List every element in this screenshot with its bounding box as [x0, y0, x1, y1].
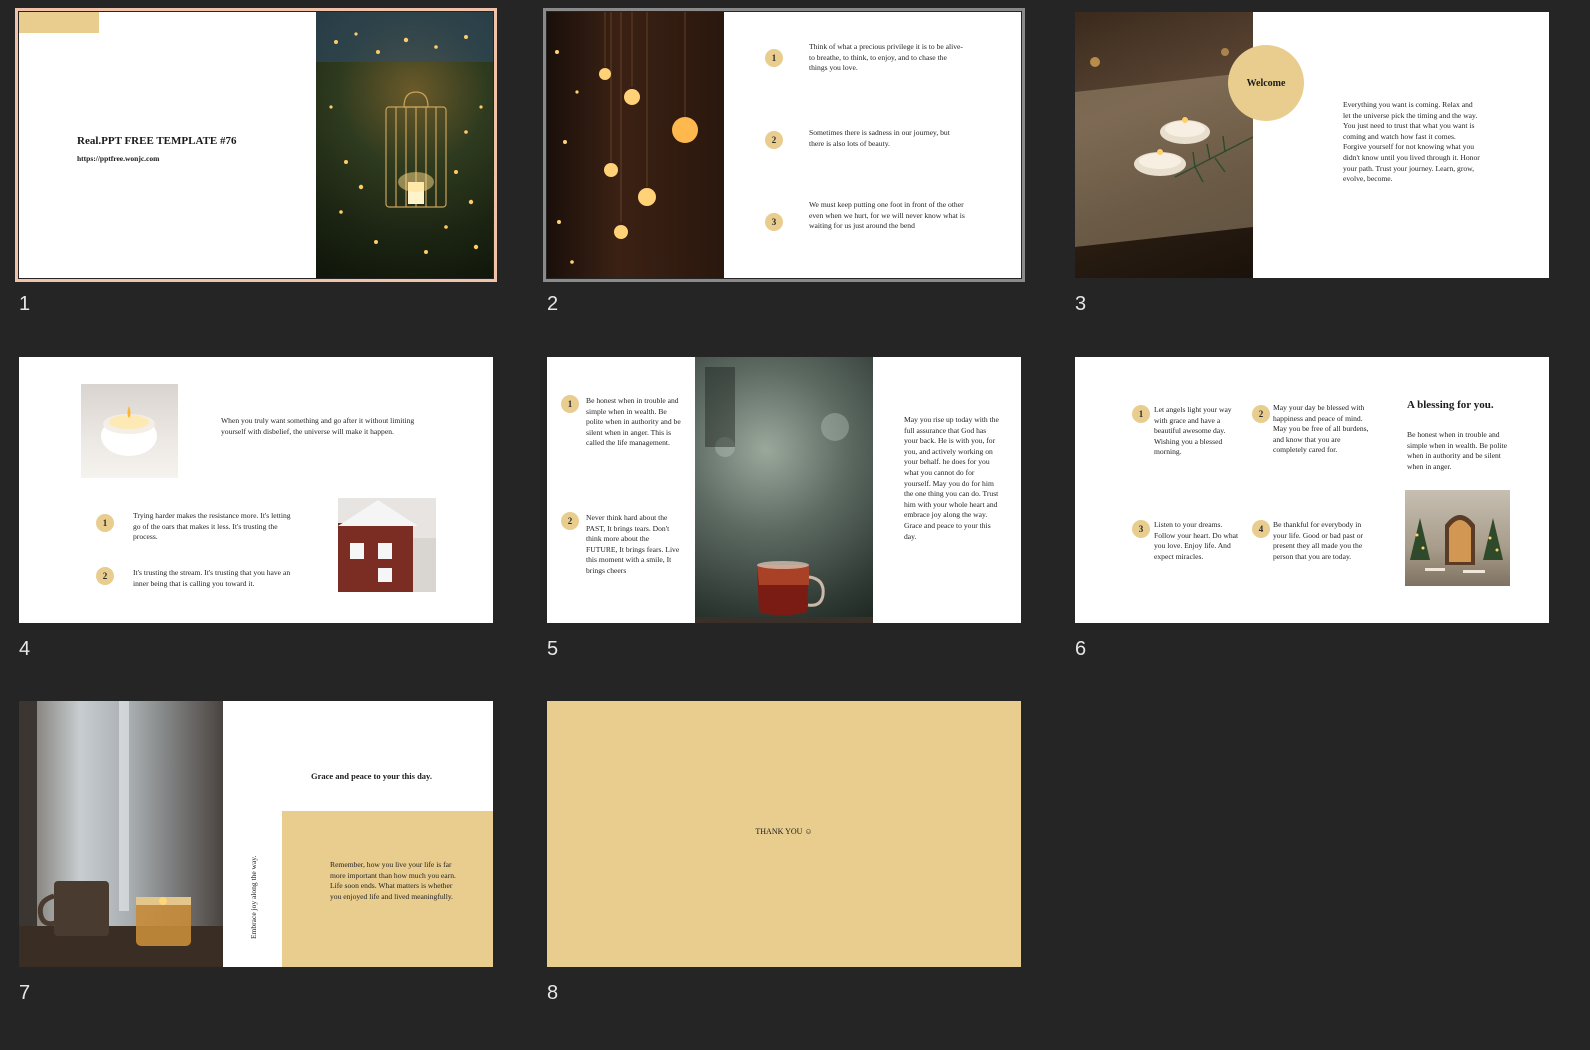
slide-number-2: 2 — [547, 293, 559, 315]
list-text-1: Be honest when in trouble and simple whe… — [586, 396, 681, 448]
list-text-3: Listen to your dreams. Follow your heart… — [1154, 520, 1239, 561]
slide-number-3: 3 — [1075, 293, 1087, 315]
list-text-1: Trying harder makes the resistance more.… — [133, 511, 291, 542]
list-text-2: Never think hard about the PAST, It brin… — [586, 513, 680, 575]
list-badge-1: 1 — [96, 514, 114, 532]
candle-mug-window-image — [19, 701, 223, 967]
candles-book-image — [1075, 12, 1253, 278]
slide-thumbnail-4[interactable]: When you truly want something and go aft… — [19, 357, 493, 623]
list-text-2: Sometimes there is sadness in our journe… — [809, 128, 950, 148]
slide-thumbnail-7[interactable]: Grace and peace to your this day. Embrac… — [19, 701, 493, 967]
slide-number-1: 1 — [19, 293, 31, 315]
thank-you-text: THANK YOU ☺ — [755, 827, 813, 836]
list-badge-3: 3 — [765, 213, 783, 231]
list-badge-1: 1 — [561, 395, 579, 413]
birdcage-lights-image — [316, 12, 493, 278]
slide-thumbnail-3[interactable]: Welcome Everything you want is coming. R… — [1075, 12, 1549, 278]
list-text-2: It's trusting the stream. It's trusting … — [133, 568, 291, 588]
slide-thumbnail-2[interactable]: 1 Think of what a precious privilege it … — [543, 8, 1025, 282]
welcome-circle: Welcome — [1228, 45, 1304, 121]
slide-thumbnail-5[interactable]: 1 Be honest when in trouble and simple w… — [547, 357, 1021, 623]
list-text-1: Let angels light your way with grace and… — [1154, 405, 1232, 457]
hanging-bulbs-image — [547, 12, 724, 278]
list-badge-2: 2 — [765, 131, 783, 149]
slide-thumbnail-1[interactable]: Real.PPT FREE TEMPLATE #76 https://pptfr… — [15, 8, 497, 282]
blessing-text: Be honest when in trouble and simple whe… — [1407, 430, 1507, 471]
slide-thumbnail-8[interactable]: THANK YOU ☺ — [547, 701, 1021, 967]
slide-number-4: 4 — [19, 638, 31, 660]
welcome-label: Welcome — [1246, 77, 1286, 89]
slide-number-8: 8 — [547, 982, 559, 1004]
vertical-caption: Embrace joy along the way. — [249, 855, 258, 939]
list-badge-2: 2 — [561, 512, 579, 530]
list-badge-2: 2 — [96, 567, 114, 585]
snowy-house-image — [338, 498, 436, 592]
slide-number-5: 5 — [547, 638, 559, 660]
christmas-window-image — [1405, 490, 1510, 586]
list-text-3: We must keep putting one foot in front o… — [809, 200, 965, 231]
slide-number-6: 6 — [1075, 638, 1087, 660]
list-badge-3: 3 — [1132, 520, 1150, 538]
list-badge-4: 4 — [1252, 520, 1270, 538]
right-text: May you rise up today with the full assu… — [904, 415, 999, 541]
list-text-2: May your day be blessed with happiness a… — [1273, 403, 1369, 455]
list-text-1: Think of what a precious privilege it is… — [809, 42, 963, 73]
list-badge-1: 1 — [1132, 405, 1150, 423]
slide-url: https://pptfree.wonjc.com — [77, 154, 160, 163]
blessing-heading: A blessing for you. — [1407, 399, 1494, 411]
tea-glass-image — [695, 357, 873, 623]
slide-title: Real.PPT FREE TEMPLATE #76 — [77, 135, 237, 147]
list-text-4: Be thankful for everybody in your life. … — [1273, 520, 1364, 561]
slide-thumbnail-6[interactable]: 1 Let angels light your way with grace a… — [1075, 357, 1549, 623]
welcome-body: Everything you want is coming. Relax and… — [1343, 100, 1480, 184]
list-badge-1: 1 — [765, 49, 783, 67]
remember-text: Remember, how you live your life is far … — [330, 860, 456, 901]
grace-heading: Grace and peace to your this day. — [311, 771, 432, 781]
intro-text: When you truly want something and go aft… — [221, 416, 415, 436]
accent-tab — [19, 12, 99, 33]
white-candle-image — [81, 384, 178, 478]
list-badge-2: 2 — [1252, 405, 1270, 423]
slide-number-7: 7 — [19, 982, 31, 1004]
